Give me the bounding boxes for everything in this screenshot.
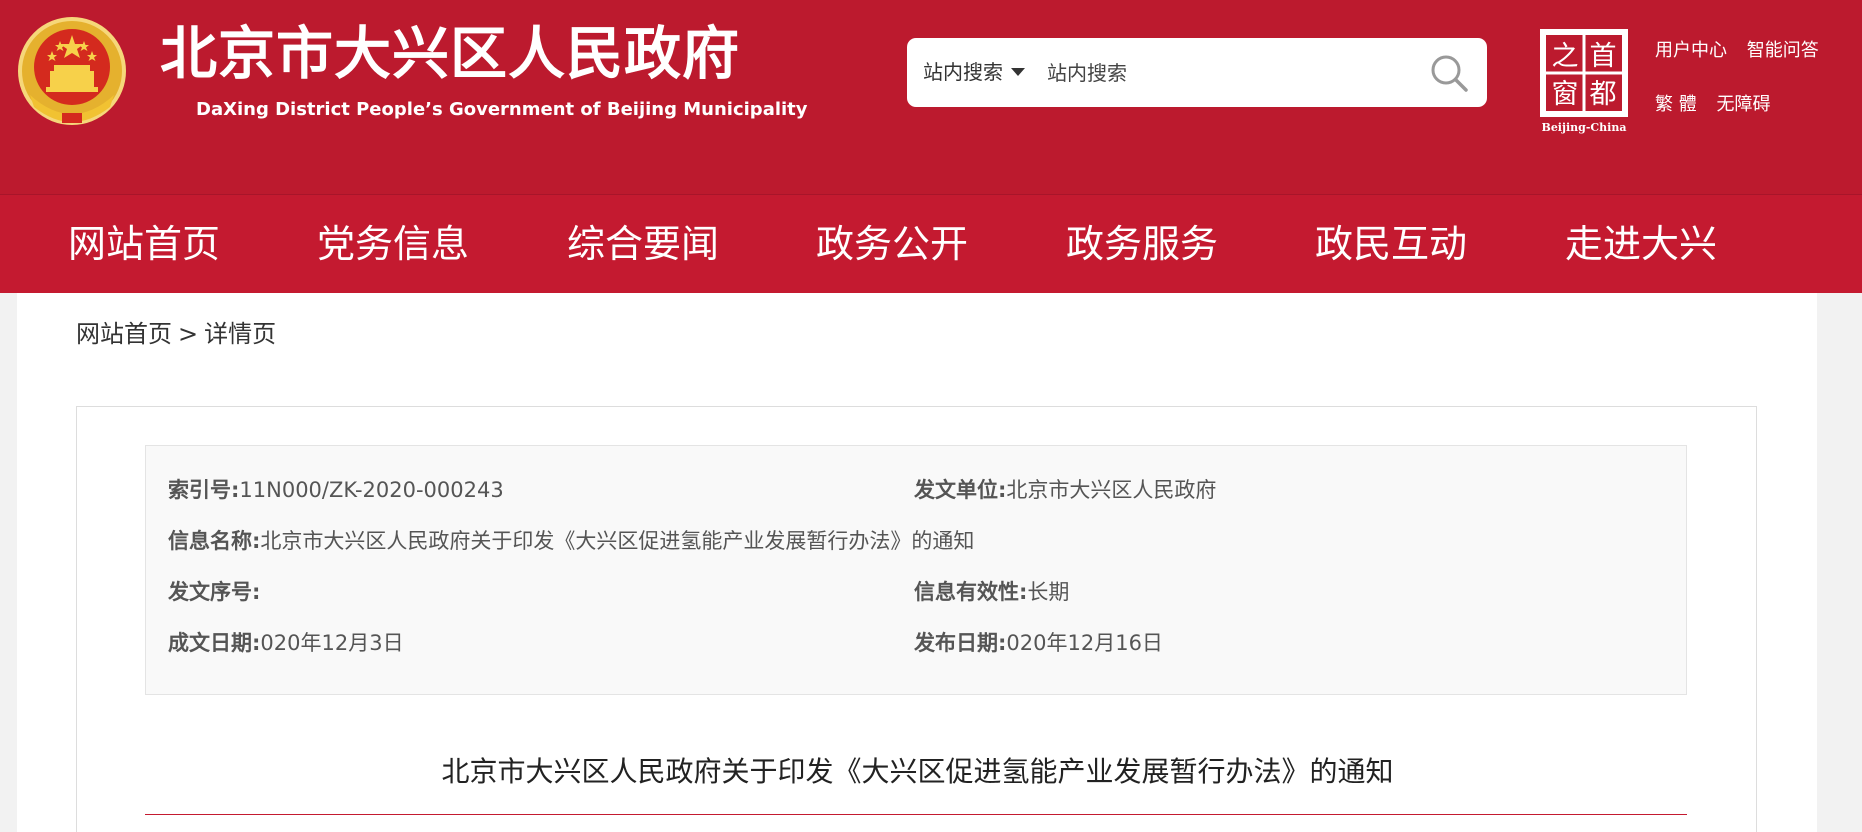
capital-badge-char: 窗 bbox=[1552, 79, 1579, 110]
nav-item-interaction[interactable]: 政民互动 bbox=[1315, 195, 1467, 294]
search-scope-dropdown[interactable]: 站内搜索 bbox=[923, 38, 1025, 107]
breadcrumb-home-link[interactable]: 网站首页 bbox=[76, 320, 172, 348]
meta-label: 信息有效性: bbox=[914, 580, 1028, 604]
search-input[interactable] bbox=[1047, 50, 1407, 95]
meta-label: 成文日期: bbox=[168, 631, 261, 655]
document-metadata-panel: 索引号:11N000/ZK-2020-000243 发文单位:北京市大兴区人民政… bbox=[145, 445, 1687, 695]
meta-value: 北京市大兴区人民政府关于印发《大兴区促进氢能产业发展暂行办法》的通知 bbox=[260, 529, 975, 553]
national-emblem-icon[interactable] bbox=[16, 15, 128, 131]
caret-down-icon bbox=[1011, 67, 1025, 76]
meta-label: 索引号: bbox=[168, 478, 240, 502]
capital-badge-char: 之 bbox=[1552, 41, 1579, 72]
nav-item-party-affairs[interactable]: 党务信息 bbox=[317, 195, 469, 294]
meta-value: 长期 bbox=[1027, 580, 1070, 604]
capital-badge-char: 都 bbox=[1590, 79, 1617, 110]
nav-item-news[interactable]: 综合要闻 bbox=[567, 195, 719, 294]
meta-written-date: 成文日期:020年12月3日 bbox=[168, 629, 404, 657]
accessibility-link[interactable]: 无障碍 bbox=[1716, 90, 1770, 116]
site-header: 北京市大兴区人民政府 DaXing District People’s Gove… bbox=[0, 0, 1862, 194]
meta-doc-no: 发文序号: bbox=[168, 578, 260, 606]
search-box: 站内搜索 bbox=[907, 38, 1487, 107]
nav-item-gov-services[interactable]: 政务服务 bbox=[1066, 195, 1218, 294]
main-content: 网站首页 > 详情页 索引号:11N000/ZK-2020-000243 发文单位:… bbox=[17, 293, 1817, 832]
article-title: 北京市大兴区人民政府关于印发《大兴区促进氢能产业发展暂行办法》的通知 bbox=[441, 755, 1394, 788]
search-icon[interactable] bbox=[1428, 52, 1470, 94]
user-center-link[interactable]: 用户中心 bbox=[1655, 36, 1727, 62]
capital-badge-caption: Beijing-China bbox=[1542, 121, 1627, 134]
site-title[interactable]: 北京市大兴区人民政府 bbox=[160, 22, 780, 86]
meta-label: 发布日期: bbox=[914, 631, 1007, 655]
meta-label: 发文单位: bbox=[914, 478, 1007, 502]
meta-index-no: 索引号:11N000/ZK-2020-000243 bbox=[168, 476, 504, 504]
top-links-row1: 用户中心 智能问答 bbox=[1655, 36, 1833, 62]
breadcrumb-separator: > bbox=[178, 320, 199, 348]
meta-value: 020年12月3日 bbox=[260, 631, 404, 655]
capital-window-logo[interactable]: 首 都 之 窗 Beijing-China bbox=[1535, 26, 1635, 136]
search-scope-label: 站内搜索 bbox=[923, 60, 1003, 84]
nav-item-about-daxing[interactable]: 走进大兴 bbox=[1565, 195, 1717, 294]
traditional-chinese-link[interactable]: 繁 體 bbox=[1655, 90, 1697, 116]
breadcrumb-current: 详情页 bbox=[204, 320, 277, 348]
main-nav: 网站首页 党务信息 综合要闻 政务公开 政务服务 政民互动 走进大兴 bbox=[0, 194, 1862, 293]
nav-item-gov-disclosure[interactable]: 政务公开 bbox=[816, 195, 968, 294]
title-divider bbox=[145, 814, 1687, 815]
top-links-row2: 繁 體 无障碍 bbox=[1655, 90, 1784, 116]
breadcrumb: 网站首页 > 详情页 bbox=[76, 314, 276, 349]
meta-value: 020年12月16日 bbox=[1006, 631, 1163, 655]
meta-value: 北京市大兴区人民政府 bbox=[1006, 478, 1217, 502]
meta-publish-date: 发布日期:020年12月16日 bbox=[914, 629, 1163, 657]
meta-label: 发文序号: bbox=[168, 580, 261, 604]
meta-info-name: 信息名称:北京市大兴区人民政府关于印发《大兴区促进氢能产业发展暂行办法》的通知 bbox=[168, 527, 974, 555]
nav-item-home[interactable]: 网站首页 bbox=[68, 195, 220, 294]
capital-badge-char: 首 bbox=[1590, 41, 1617, 72]
smart-qa-link[interactable]: 智能问答 bbox=[1747, 36, 1819, 62]
meta-value: 11N000/ZK-2020-000243 bbox=[239, 478, 504, 502]
meta-validity: 信息有效性:长期 bbox=[914, 578, 1069, 606]
article-card: 索引号:11N000/ZK-2020-000243 发文单位:北京市大兴区人民政… bbox=[76, 406, 1757, 832]
meta-issuer: 发文单位:北京市大兴区人民政府 bbox=[914, 476, 1216, 504]
site-subtitle: DaXing District People’s Government of B… bbox=[196, 99, 808, 120]
meta-label: 信息名称: bbox=[168, 529, 261, 553]
